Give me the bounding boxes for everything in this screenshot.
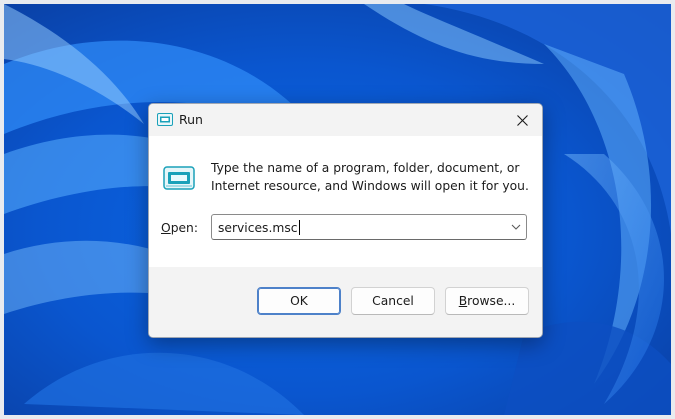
close-icon bbox=[516, 114, 528, 126]
text-cursor bbox=[298, 220, 300, 235]
open-label: Open: bbox=[161, 221, 198, 235]
ok-button[interactable]: OK bbox=[257, 287, 341, 315]
window-title: Run bbox=[179, 112, 203, 127]
browse-label: rowse... bbox=[467, 294, 516, 308]
open-input[interactable]: services.msc bbox=[218, 220, 300, 235]
run-dialog: Run Type the name of a program, folder, … bbox=[148, 103, 543, 338]
open-combobox[interactable]: services.msc bbox=[211, 214, 527, 240]
open-label-text: pen: bbox=[170, 221, 198, 235]
open-label-accelerator: O bbox=[161, 221, 171, 235]
run-icon bbox=[163, 166, 195, 190]
screenshot-frame: Run Type the name of a program, folder, … bbox=[0, 0, 675, 419]
run-icon bbox=[157, 113, 173, 126]
description-line: Internet resource, and Windows will open… bbox=[211, 179, 529, 193]
cancel-button[interactable]: Cancel bbox=[351, 287, 435, 315]
browse-button[interactable]: Browse... bbox=[445, 287, 529, 315]
open-input-value: services.msc bbox=[218, 220, 298, 235]
close-button[interactable] bbox=[502, 104, 542, 136]
button-bar: OK Cancel Browse... bbox=[149, 267, 542, 337]
browse-accelerator: B bbox=[458, 294, 468, 308]
title-bar[interactable]: Run bbox=[149, 104, 542, 136]
chevron-down-icon[interactable] bbox=[511, 223, 521, 231]
dialog-description: Type the name of a program, folder, docu… bbox=[211, 159, 531, 195]
description-line: Type the name of a program, folder, docu… bbox=[211, 161, 520, 175]
dialog-body: Type the name of a program, folder, docu… bbox=[149, 136, 542, 267]
